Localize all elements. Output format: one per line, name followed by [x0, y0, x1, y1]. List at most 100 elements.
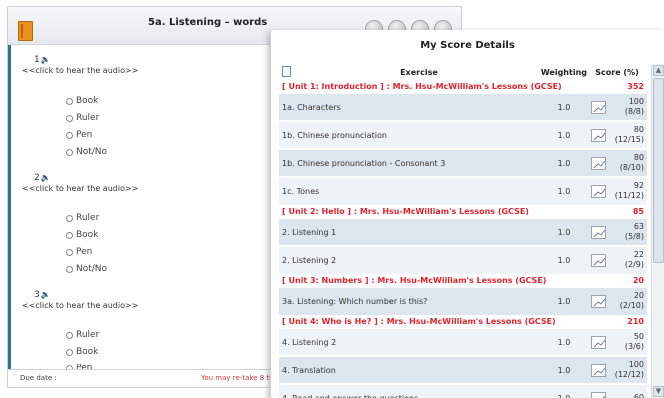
- score-table: Exercise Weighting Score (%) [ Unit 1: I…: [279, 64, 647, 398]
- table-row[interactable]: 1c. Tones 1.0 92 (11/12): [279, 176, 647, 206]
- table-row[interactable]: 1b. Chinese pronunciation 1.0 80 (12/15): [279, 120, 647, 150]
- score-fraction: (12/15): [614, 135, 644, 144]
- answer-option[interactable]: Ruler: [66, 330, 99, 340]
- weighting-value: 1.0: [540, 286, 587, 316]
- speaker-icon[interactable]: 🔉: [41, 173, 51, 182]
- answer-option[interactable]: Book: [66, 347, 98, 357]
- speaker-icon[interactable]: 🔉: [41, 55, 51, 64]
- table-row[interactable]: 2. Listening 1 1.0 63 (5/8): [279, 217, 647, 247]
- answer-option[interactable]: Pen: [66, 130, 92, 140]
- radio-button[interactable]: [66, 231, 73, 239]
- radio-button[interactable]: [66, 331, 73, 339]
- answer-option[interactable]: Not/No: [66, 147, 107, 157]
- exercise-name[interactable]: 4. Translation: [279, 355, 541, 385]
- score-value: 20 (2/10): [609, 286, 647, 316]
- unit-name: [ Unit 2: Hello ] : Mrs. Hsu-McWilliam's…: [279, 205, 609, 218]
- scroll-up-arrow-icon[interactable]: ▲: [653, 65, 664, 76]
- radio-button[interactable]: [66, 348, 73, 356]
- weighting-value: 1.0: [540, 383, 587, 398]
- answer-option[interactable]: Book: [66, 230, 98, 240]
- column-header-weighting[interactable]: Weighting: [541, 64, 587, 80]
- answer-option[interactable]: Ruler: [66, 113, 99, 123]
- score-fraction: (3/6): [624, 342, 644, 351]
- unit-header-row: [ Unit 3: Numbers ] : Mrs. Hsu-McWilliam…: [279, 274, 647, 287]
- weighting-value: 1.0: [540, 176, 587, 206]
- table-row[interactable]: 1b. Chinese pronunciation - Consonant 31…: [279, 148, 647, 178]
- unit-name: [ Unit 1: Introduction ] : Mrs. Hsu-McWi…: [279, 80, 609, 93]
- graph-icon[interactable]: [590, 335, 606, 349]
- table-row[interactable]: 4. Listening 2 1.0 50 (3/6): [279, 327, 647, 357]
- score-value: 22 (2/9): [609, 245, 647, 275]
- document-icon[interactable]: [282, 65, 291, 77]
- radio-button[interactable]: [66, 114, 73, 122]
- exercise-name[interactable]: 1c. Tones: [279, 176, 541, 206]
- score-fraction: (5/8): [624, 232, 644, 241]
- answer-option[interactable]: Ruler: [66, 213, 99, 223]
- exercise-name[interactable]: 2. Listening 1: [279, 217, 541, 247]
- exercise-name[interactable]: 1b. Chinese pronunciation: [279, 120, 541, 150]
- score-percent: 22: [633, 250, 644, 260]
- graph-icon[interactable]: [590, 391, 606, 398]
- graph-icon[interactable]: [590, 294, 606, 308]
- answer-option[interactable]: Pen: [66, 247, 92, 257]
- table-row[interactable]: 4. Translation 1.0 100 (12/12): [279, 355, 647, 385]
- score-value: 50 (3/6): [609, 327, 647, 357]
- score-fraction: (11/12): [614, 191, 644, 201]
- graph-cell[interactable]: [587, 148, 609, 178]
- scroll-down-arrow-icon[interactable]: ▼: [653, 386, 664, 397]
- table-row[interactable]: 2. Listening 2 1.0 22 (2/9): [279, 245, 647, 275]
- vertical-scrollbar[interactable]: ▲ ▼: [651, 64, 664, 398]
- column-header-exercise[interactable]: Exercise: [297, 64, 541, 80]
- score-window: My Score Details Exercise Weighting Scor…: [270, 30, 664, 398]
- column-header-score[interactable]: Score (%): [587, 64, 647, 80]
- graph-icon[interactable]: [590, 100, 606, 114]
- question-number: 2🔉: [34, 173, 51, 183]
- table-row[interactable]: 1a. Characters 1.0 100 (8/8): [279, 92, 647, 122]
- exercise-name[interactable]: 2. Listening 2: [279, 245, 541, 275]
- radio-button[interactable]: [66, 97, 73, 105]
- radio-button[interactable]: [66, 214, 73, 222]
- scroll-thumb[interactable]: [653, 78, 664, 263]
- score-value: 100 (12/12): [609, 355, 647, 385]
- graph-cell[interactable]: [587, 355, 609, 385]
- graph-icon[interactable]: [590, 128, 606, 142]
- graph-cell[interactable]: [587, 286, 609, 316]
- score-value: 100 (8/8): [609, 92, 647, 122]
- graph-cell[interactable]: [587, 92, 609, 122]
- radio-button[interactable]: [66, 248, 73, 256]
- graph-icon[interactable]: [590, 156, 606, 170]
- table-row[interactable]: 4. Read and answer the questions1.0 60: [279, 383, 647, 398]
- table-row[interactable]: 3a. Listening: Which number is this? 1.0 2…: [279, 286, 647, 316]
- graph-icon[interactable]: [590, 253, 606, 267]
- header-doc-cell: [279, 64, 297, 80]
- radio-button[interactable]: [66, 265, 73, 273]
- graph-icon[interactable]: [590, 363, 606, 377]
- graph-cell[interactable]: [587, 176, 609, 206]
- radio-button[interactable]: [66, 131, 73, 139]
- graph-cell[interactable]: [587, 327, 609, 357]
- exercise-name[interactable]: 4. Read and answer the questions: [279, 383, 541, 398]
- radio-button[interactable]: [66, 148, 73, 156]
- answer-option[interactable]: Not/No: [66, 264, 107, 274]
- score-window-title: My Score Details: [420, 40, 515, 51]
- exercise-name[interactable]: 1b. Chinese pronunciation - Consonant 3: [279, 148, 541, 178]
- exercise-name[interactable]: 4. Listening 2: [279, 327, 541, 357]
- answer-option[interactable]: Book: [66, 96, 98, 106]
- score-value: 63 (5/8): [609, 217, 647, 247]
- score-fraction: (12/12): [614, 370, 644, 379]
- graph-cell[interactable]: [587, 245, 609, 275]
- score-percent: 92: [633, 181, 644, 191]
- graph-icon[interactable]: [590, 184, 606, 198]
- exercise-name[interactable]: 1a. Characters: [279, 92, 541, 122]
- audio-link[interactable]: <<click to hear the audio>>: [22, 66, 138, 75]
- exercise-name[interactable]: 3a. Listening: Which number is this?: [279, 286, 541, 316]
- graph-cell[interactable]: [587, 120, 609, 150]
- speaker-icon[interactable]: 🔉: [41, 290, 51, 299]
- audio-link[interactable]: <<click to hear the audio>>: [22, 301, 138, 310]
- score-fraction: (2/9): [624, 260, 644, 270]
- graph-cell[interactable]: [587, 217, 609, 247]
- audio-link[interactable]: <<click to hear the audio>>: [22, 184, 138, 193]
- graph-cell[interactable]: [587, 383, 609, 398]
- score-value: 80 (8/10): [609, 148, 647, 178]
- graph-icon[interactable]: [590, 225, 606, 239]
